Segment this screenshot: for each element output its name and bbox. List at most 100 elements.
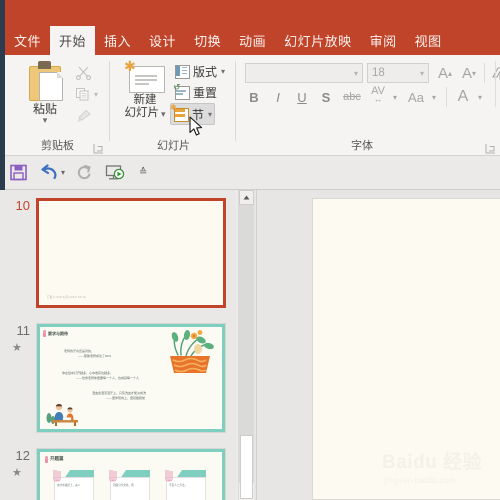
- new-slide-dropdown-caret[interactable]: ▾: [161, 109, 166, 118]
- section-icon: ✱: [170, 103, 189, 122]
- increase-font-size-button[interactable]: A ▴: [435, 63, 455, 83]
- customize-quick-access-caret[interactable]: ≙: [139, 162, 147, 183]
- slide-11-content: 要求与期待 老师的汗水还是对的， ——帮助老师成功了90% 你在班中打开越多，心…: [37, 324, 225, 432]
- slide-number: 11: [16, 323, 31, 338]
- scrollbar-thumb[interactable]: [240, 435, 253, 499]
- tab-transitions[interactable]: 切换: [185, 26, 230, 55]
- copy-button[interactable]: ▾: [75, 83, 111, 105]
- decrease-font-size-button[interactable]: A ▾: [459, 63, 479, 83]
- font-color-button[interactable]: A: [453, 86, 473, 107]
- tab-file[interactable]: 文件: [5, 26, 50, 55]
- slide-thumbnail-item[interactable]: 10 汇报人:XXX 时间:20XX.XX.XX: [0, 190, 236, 330]
- tab-animations[interactable]: 动画: [230, 26, 275, 55]
- paperclip-icon: [52, 469, 61, 483]
- change-case-dropdown-caret[interactable]: ▾: [429, 87, 439, 107]
- change-case-button[interactable]: Aa: [405, 87, 427, 107]
- strikethrough-button[interactable]: abc: [341, 87, 363, 107]
- new-slide-button[interactable]: ✱ 新建 幻灯片 ▾: [119, 59, 171, 133]
- slides-group-label: 幻灯片: [157, 140, 190, 152]
- new-slide-icon: ✱: [124, 58, 165, 93]
- slide-panel-scrollbar[interactable]: [238, 190, 254, 500]
- redo-button[interactable]: [75, 162, 92, 183]
- reset-label: 重置: [193, 85, 218, 100]
- slide-12-card: 不善人上方法，: [162, 470, 206, 500]
- layout-label: 版式: [193, 64, 218, 79]
- slide-11-line-2b: ——优秀老师体更要每一个人，也成就每一个人: [76, 376, 140, 380]
- quick-access-toolbar: ▾ ≙: [0, 156, 500, 190]
- undo-dropdown-caret[interactable]: ▾: [61, 162, 65, 183]
- tab-insert[interactable]: 插入: [95, 26, 140, 55]
- slide-number: 12: [15, 448, 30, 463]
- slide-thumbnail-11[interactable]: 要求与期待 老师的汗水还是对的， ——帮助老师成功了90% 你在班中打开越多，心…: [36, 323, 226, 433]
- clipboard-dialog-launcher[interactable]: [93, 141, 104, 154]
- slide-12-title: 开题篇: [50, 456, 64, 461]
- font-size-input[interactable]: 18 ▾: [367, 63, 429, 83]
- format-painter-icon: [77, 109, 91, 122]
- bold-button[interactable]: B: [245, 87, 263, 107]
- italic-button[interactable]: I: [269, 87, 287, 107]
- clipboard-small-commands: ▾: [75, 61, 111, 127]
- paste-button[interactable]: 粘贴 ▾: [17, 59, 73, 131]
- slide-12-card-text: 同路分享交往，再: [113, 484, 134, 487]
- ribbon-group-font: ▾ 18 ▾ A ▴ A ▾ B I U S abc AV ↔ ▾ Aa ▾ A…: [237, 55, 500, 155]
- cut-button[interactable]: [75, 61, 111, 83]
- slide-thumbnail-item[interactable]: 12 ★ 开题篇 成才在路径上，来人 同路分享交往，再 不善人上方法，: [0, 448, 236, 500]
- reset-button[interactable]: ↺ 重置: [171, 82, 220, 102]
- tab-view[interactable]: 视图: [406, 26, 451, 55]
- text-shadow-button[interactable]: S: [317, 87, 335, 107]
- tab-review[interactable]: 审阅: [361, 26, 406, 55]
- pen-icon: [43, 330, 46, 337]
- undo-icon: [41, 164, 57, 180]
- undo-button[interactable]: [40, 162, 59, 183]
- underline-button[interactable]: U: [293, 87, 311, 107]
- tab-home[interactable]: 开始: [50, 26, 96, 55]
- start-slideshow-button[interactable]: [105, 162, 125, 183]
- copy-dropdown-caret[interactable]: ▾: [94, 90, 98, 99]
- slide-thumbnail-12[interactable]: 开题篇 成才在路径上，来人 同路分享交往，再 不善人上方法，: [36, 448, 226, 500]
- character-spacing-button[interactable]: AV ↔: [367, 83, 389, 105]
- save-button[interactable]: [10, 162, 27, 183]
- slide-number: 10: [15, 198, 30, 213]
- format-painter-button[interactable]: [75, 105, 111, 127]
- group-separator: [235, 61, 236, 141]
- paste-icon: [26, 61, 64, 101]
- plant-illustration: [164, 329, 216, 375]
- font-dialog-launcher[interactable]: [485, 141, 496, 154]
- slide-11-line-2: 你在班中打开越多，心中收获也越多， ——优秀老师体更要每一个人，也成就每一个人: [62, 371, 139, 381]
- font-group-label: 字体: [351, 140, 373, 152]
- mouse-pointer-icon: [189, 116, 205, 138]
- character-spacing-dropdown-caret[interactable]: ▾: [390, 87, 400, 107]
- slide-thumbnail-item[interactable]: 11 ★ 要求与期待 老师的汗水还是对的， ——帮助老师成功了90% 你在班中打…: [0, 323, 236, 453]
- slide-thumbnail-10[interactable]: 汇报人:XXX 时间:20XX.XX.XX: [36, 198, 226, 308]
- scroll-up-arrow-button[interactable]: [239, 190, 254, 205]
- layout-button[interactable]: 版式 ▾: [171, 61, 228, 81]
- ribbon-header: 文件 开始 插入 设计 切换 动画 幻灯片放映 审阅 视图: [0, 0, 500, 55]
- grow-font-label: A: [437, 64, 448, 82]
- pen-icon: [45, 456, 48, 463]
- new-slide-sparkle-icon: ✱: [124, 58, 136, 74]
- slide-thumbnail-panel[interactable]: 10 汇报人:XXX 时间:20XX.XX.XX 11 ★ 要求与期待 老师的汗…: [0, 190, 236, 500]
- font-name-input[interactable]: ▾: [245, 63, 363, 83]
- layout-icon: [174, 64, 190, 79]
- font-size-value: 18: [372, 67, 385, 79]
- scissors-icon: [75, 66, 92, 80]
- tab-design[interactable]: 设计: [140, 26, 185, 55]
- paste-dropdown-caret[interactable]: ▾: [17, 116, 73, 125]
- group-separator: [109, 61, 110, 141]
- ribbon-group-slides: ✱ 新建 幻灯片 ▾ 版式 ▾ ↺ 重置 ✱ 节 ▾ 幻灯片: [111, 55, 236, 155]
- font-group-end-separator: [495, 61, 496, 107]
- font-color-dropdown-caret[interactable]: ▾: [475, 87, 485, 107]
- slide-12-content: 开题篇 成才在路径上，来人 同路分享交往，再 不善人上方法，: [37, 449, 225, 500]
- layout-dropdown-caret[interactable]: ▾: [221, 67, 225, 76]
- tab-slideshow[interactable]: 幻灯片放映: [275, 26, 361, 55]
- people-illustration: [46, 402, 82, 426]
- window-left-edge: [0, 0, 5, 190]
- section-dropdown-caret[interactable]: ▾: [208, 110, 212, 119]
- new-slide-label-line2: 幻灯片: [124, 107, 159, 119]
- font-size-dropdown-caret[interactable]: ▾: [420, 69, 428, 78]
- ribbon-tab-bar: 文件 开始 插入 设计 切换 动画 幻灯片放映 审阅 视图: [5, 26, 451, 55]
- redo-icon: [77, 165, 91, 180]
- slide-canvas[interactable]: [312, 198, 500, 500]
- font-separator: [484, 63, 485, 83]
- font-name-dropdown-caret[interactable]: ▾: [354, 69, 362, 78]
